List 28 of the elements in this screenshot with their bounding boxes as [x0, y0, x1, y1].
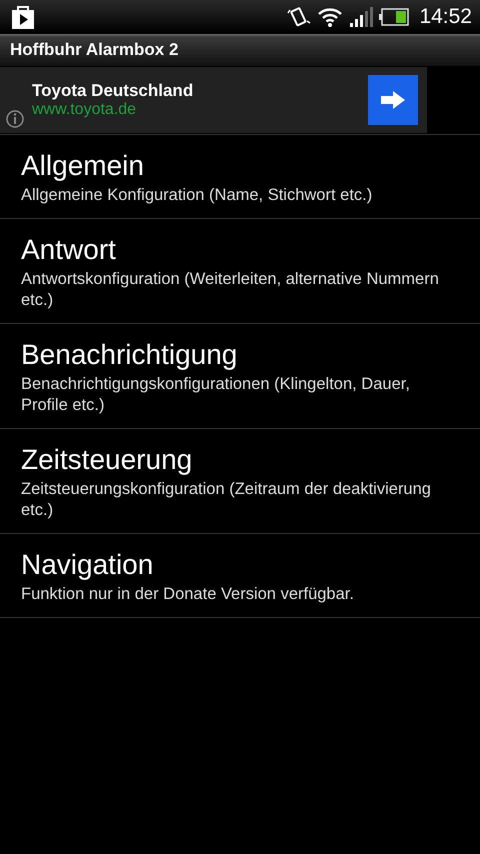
info-icon[interactable] [5, 109, 25, 129]
item-title: Benachrichtigung [21, 338, 238, 372]
signal-icon [349, 6, 374, 28]
ad-url: www.toyota.de [32, 101, 138, 119]
settings-item[interactable]: Benachrichtigung Benachrichtigungskonfigurationen (Klingelton, Dauer, Profile etc.) [0, 324, 480, 429]
item-title: Allgemein [21, 149, 145, 183]
settings-item[interactable]: Navigation Funktion nur in der Donate Version verfügbar. [0, 534, 480, 618]
item-summary: Allgemeine Konfiguration (Name, Stichwort etc.) [21, 185, 374, 206]
ad-title: Toyota Deutschland [32, 81, 194, 101]
item-summary: Benachrichtigungskonfigurationen (Klingelton, Dauer, Profile etc.) [21, 374, 411, 416]
app-title: Hoffbuhr Alarmbox 2 [10, 40, 178, 60]
ad-banner[interactable]: Toyota Deutschland www.toyota.de [0, 67, 427, 133]
item-title: Antwort [21, 233, 117, 267]
wifi-icon [317, 6, 344, 28]
ad-arrow-button[interactable] [368, 75, 418, 125]
item-title: Zeitsteuerung [21, 443, 194, 477]
store-icon [10, 4, 36, 30]
settings-item[interactable]: Zeitsteuerung Zeitsteuerungskonfiguration (Zeitraum der deaktivierung etc.) [0, 429, 480, 534]
item-title: Navigation [21, 548, 154, 582]
item-summary: Funktion nur in der Donate Version verfügbar. [21, 584, 355, 605]
item-summary: Zeitsteuerungskonfiguration (Zeitraum der deaktivierung etc.) [21, 479, 432, 521]
settings-item[interactable]: Allgemein Allgemeine Konfiguration (Name, Stichwort etc.) [0, 135, 480, 219]
item-summary: Antwortskonfiguration (Weiterleiten, alternative Nummern etc.) [21, 269, 440, 311]
battery-icon [379, 8, 410, 26]
settings-item[interactable]: Antwort Antwortskonfiguration (Weiterleiten, alternative Nummern etc.) [0, 219, 480, 324]
arrow-icon [380, 90, 406, 110]
vibrate-icon [287, 6, 312, 28]
clock-time: 14:52 [419, 5, 472, 29]
